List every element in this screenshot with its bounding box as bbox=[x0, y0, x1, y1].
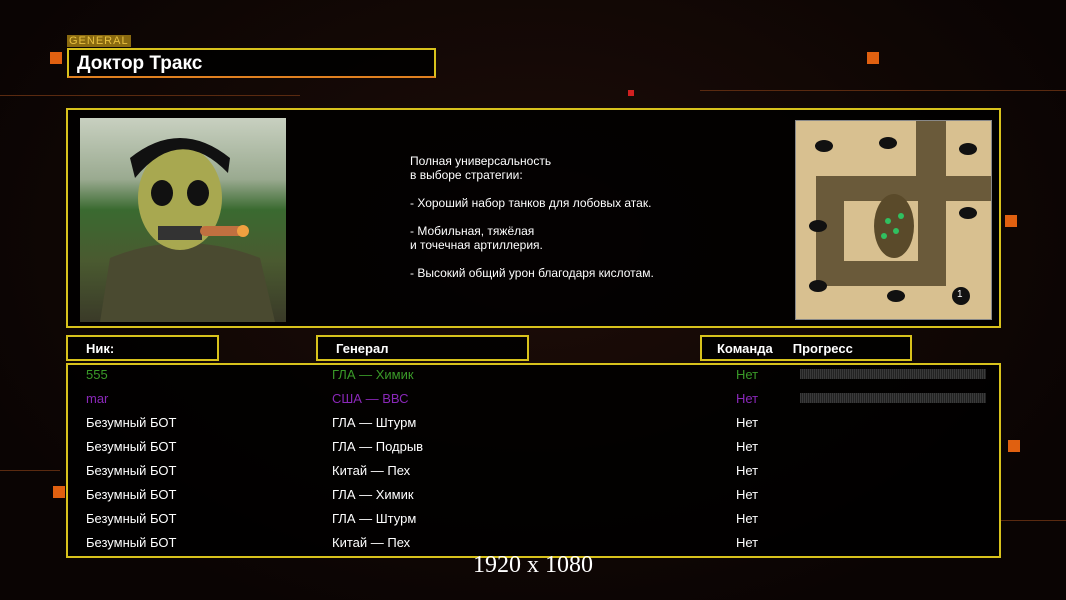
decor-square bbox=[50, 52, 62, 64]
general-name: Доктор Тракс bbox=[77, 53, 203, 74]
general-description: Полная универсальность в выборе стратеги… bbox=[410, 154, 654, 280]
map-preview: 1 bbox=[795, 120, 992, 320]
player-general[interactable]: США — ВВС bbox=[332, 391, 409, 406]
player-general[interactable]: Китай — Пех bbox=[332, 463, 410, 478]
decor-square bbox=[867, 52, 879, 64]
player-nick: Безумный БОТ bbox=[86, 487, 177, 502]
player-general[interactable]: ГЛА — Химик bbox=[332, 487, 414, 502]
resolution-label: 1920 x 1080 bbox=[473, 552, 593, 578]
map-start-position: 1 bbox=[957, 289, 963, 300]
decor-line bbox=[700, 90, 1066, 91]
player-row[interactable]: Безумный БОТ ГЛА — Штурм Нет bbox=[68, 509, 999, 533]
decor-square bbox=[53, 486, 65, 498]
player-nick: 555 bbox=[86, 367, 108, 382]
player-team[interactable]: Нет bbox=[736, 511, 758, 526]
player-row[interactable]: mar США — ВВС Нет bbox=[68, 389, 999, 413]
decor-square bbox=[628, 90, 634, 96]
decor-line bbox=[1000, 520, 1066, 521]
player-nick: Безумный БОТ bbox=[86, 439, 177, 454]
player-row[interactable]: 555 ГЛА — Химик Нет bbox=[68, 365, 999, 389]
player-team[interactable]: Нет bbox=[736, 487, 758, 502]
header-nick: Ник: bbox=[66, 335, 219, 361]
player-team[interactable]: Нет bbox=[736, 439, 758, 454]
general-portrait bbox=[80, 118, 286, 322]
header-progress: Прогресс bbox=[792, 341, 853, 356]
player-general[interactable]: ГЛА — Штурм bbox=[332, 415, 416, 430]
decor-line bbox=[0, 470, 60, 471]
general-info-panel: Полная универсальность в выборе стратеги… bbox=[66, 108, 1001, 328]
player-team[interactable]: Нет bbox=[736, 535, 758, 550]
decor-line bbox=[0, 95, 300, 96]
header-general: Генерал bbox=[316, 335, 529, 361]
player-nick: Безумный БОТ bbox=[86, 511, 177, 526]
player-row[interactable]: Безумный БОТ Китай — Пех Нет bbox=[68, 461, 999, 485]
player-progress-bar bbox=[800, 393, 986, 403]
player-row[interactable]: Безумный БОТ ГЛА — Химик Нет bbox=[68, 485, 999, 509]
player-team[interactable]: Нет bbox=[736, 415, 758, 430]
player-team[interactable]: Нет bbox=[736, 463, 758, 478]
player-nick: Безумный БОТ bbox=[86, 415, 177, 430]
player-general[interactable]: Китай — Пех bbox=[332, 535, 410, 550]
header-team-progress: Команда Прогресс bbox=[700, 335, 912, 361]
player-team[interactable]: Нет bbox=[736, 367, 758, 382]
general-name-box: Доктор Тракс bbox=[67, 48, 436, 78]
decor-square bbox=[1005, 215, 1017, 227]
player-row[interactable]: Безумный БОТ ГЛА — Штурм Нет bbox=[68, 413, 999, 437]
player-row[interactable]: Безумный БОТ ГЛА — Подрыв Нет bbox=[68, 437, 999, 461]
general-tag: GENERAL bbox=[67, 35, 131, 47]
player-list: 555 ГЛА — Химик Нет mar США — ВВС Нет Безу… bbox=[66, 363, 1001, 558]
player-general[interactable]: ГЛА — Химик bbox=[332, 367, 414, 382]
player-nick: Безумный БОТ bbox=[86, 463, 177, 478]
player-nick: Безумный БОТ bbox=[86, 535, 177, 550]
player-nick: mar bbox=[86, 391, 109, 406]
player-progress-bar bbox=[800, 369, 986, 379]
header-team: Команда bbox=[717, 341, 773, 356]
player-team[interactable]: Нет bbox=[736, 391, 758, 406]
decor-square bbox=[1008, 440, 1020, 452]
player-general[interactable]: ГЛА — Подрыв bbox=[332, 439, 423, 454]
player-general[interactable]: ГЛА — Штурм bbox=[332, 511, 416, 526]
